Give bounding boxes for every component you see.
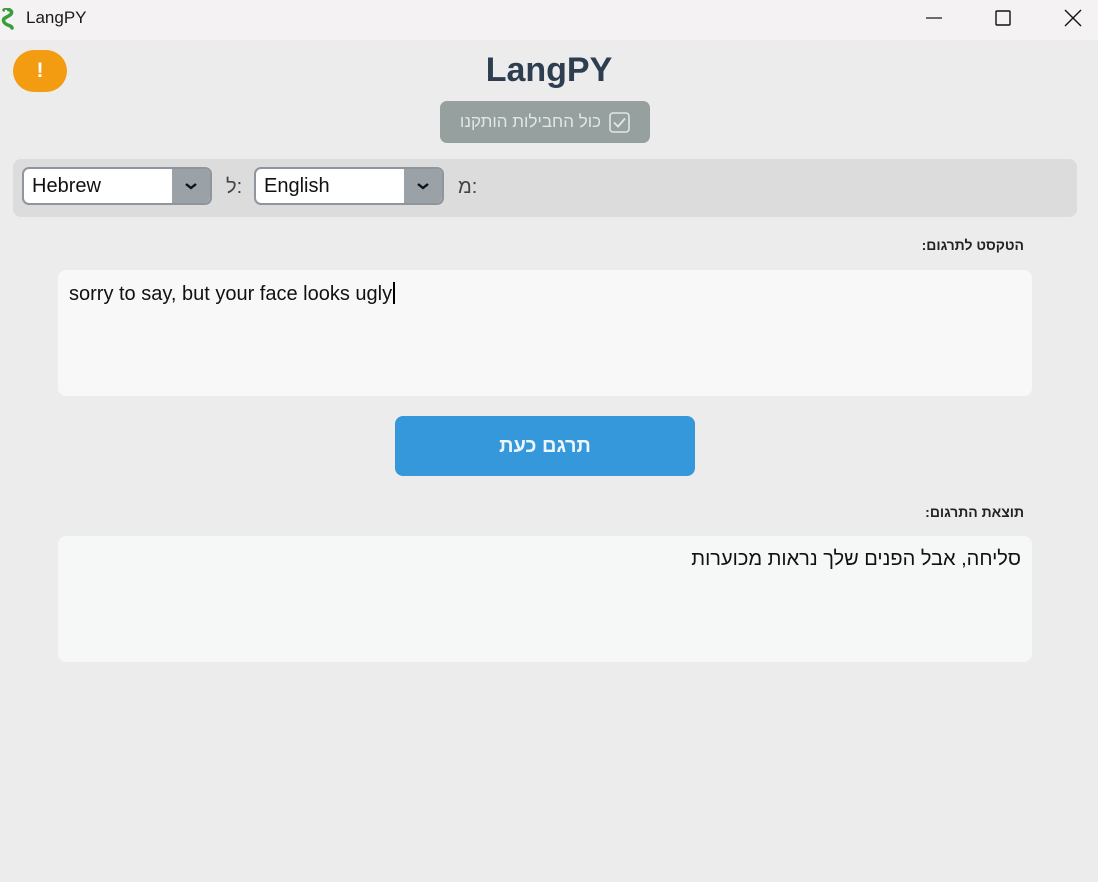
status-text: כול החבילות הותקנו: [459, 112, 602, 131]
result-text-output[interactable]: סליחה, אבל הפנים שלך נראות מכוערות: [58, 536, 1032, 662]
source-text-input[interactable]: sorry to say, but your face looks ugly: [58, 270, 1032, 396]
source-language-select[interactable]: English: [254, 167, 444, 205]
close-icon: [1064, 9, 1082, 27]
source-language-value: English: [264, 175, 330, 197]
install-status-badge[interactable]: כול החבילות הותקנו: [440, 101, 650, 143]
target-language-value: Hebrew: [32, 175, 101, 197]
maximize-button[interactable]: [980, 0, 1026, 36]
checkbox-check-icon: [609, 111, 630, 133]
minimize-button[interactable]: [911, 0, 957, 36]
text-caret: [393, 282, 396, 304]
window-title: LangPY: [26, 8, 87, 27]
minimize-icon: [926, 17, 942, 19]
chevron-down-icon[interactable]: [172, 169, 210, 203]
maximize-icon: [995, 10, 1011, 26]
chevron-down-icon[interactable]: [404, 169, 442, 203]
to-label: ל:: [226, 176, 243, 198]
target-language-select[interactable]: Hebrew: [22, 167, 212, 205]
close-button[interactable]: [1050, 0, 1096, 36]
source-text-label: הטקסט לתרגום:: [921, 237, 1024, 253]
result-text-value: סליחה, אבל הפנים שלך נראות מכוערות: [691, 548, 1021, 570]
from-label: מ:: [458, 176, 478, 198]
python-snake-icon: [0, 7, 18, 30]
source-text-value: sorry to say, but your face looks ugly: [69, 283, 393, 305]
window-titlebar: LangPY: [0, 0, 1098, 40]
result-label: תוצאת התרגום:: [925, 504, 1024, 520]
translate-button[interactable]: תרגם כעת: [395, 416, 695, 476]
app-title: LangPY: [485, 51, 613, 89]
language-bar: Hebrew ל: English מ:: [13, 159, 1077, 217]
